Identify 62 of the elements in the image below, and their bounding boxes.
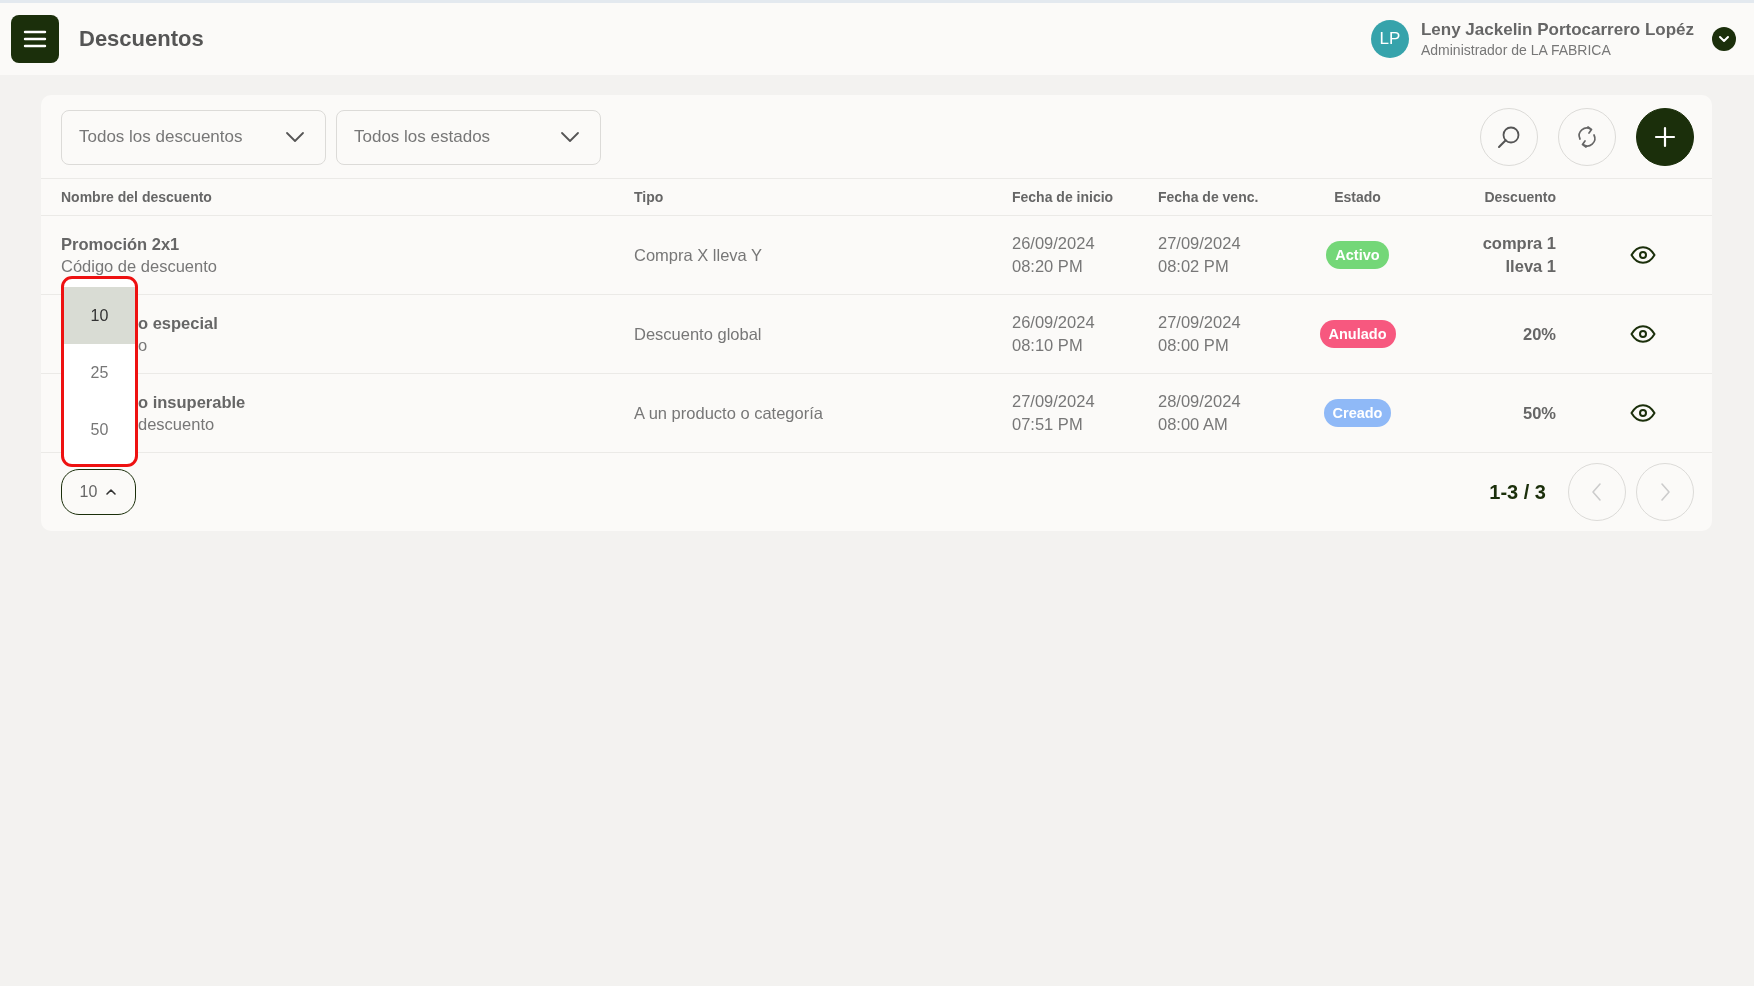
page-size-select[interactable]: 10	[61, 469, 136, 515]
page-title: Descuentos	[79, 26, 205, 52]
plus-icon	[1654, 126, 1676, 148]
status-badge: Activo	[1326, 241, 1389, 269]
filter-dropdown[interactable]: Todos los descuentos	[61, 109, 326, 165]
end-date: 27/09/2024	[1158, 234, 1242, 253]
user-avatar: LP	[1370, 20, 1409, 58]
column-header: Fecha de inicio	[1012, 189, 1115, 205]
start-time: 08:20 PM	[1012, 257, 1084, 276]
column-header: Fecha de venc.	[1158, 189, 1260, 205]
column-header: Nombre del descuento	[61, 189, 213, 205]
menu-button[interactable]	[11, 15, 59, 63]
discount-value: 50%	[1522, 403, 1556, 423]
column-header: Estado	[1333, 189, 1382, 205]
chevron-up-icon	[105, 488, 118, 496]
discount-value: compra 1	[1482, 234, 1556, 253]
discount-value: 20%	[1522, 324, 1556, 344]
end-date: 28/09/2024	[1158, 392, 1242, 411]
discount-code-label: descuento	[138, 414, 216, 434]
view-button[interactable]	[1630, 325, 1656, 343]
column-header: Descuento	[1483, 189, 1556, 205]
discount-value: lleva 1	[1505, 257, 1556, 276]
discount-type: A un producto o categoría	[634, 403, 824, 423]
start-date: 26/09/2024	[1012, 234, 1096, 253]
end-date: 27/09/2024	[1158, 313, 1242, 332]
filter-dropdown[interactable]: Todos los estados	[336, 109, 601, 165]
discount-name: Promoción 2x1	[61, 234, 181, 254]
chevron-down-icon	[560, 131, 580, 143]
user-role: Administrador de LA FABRICA	[1420, 42, 1612, 58]
discount-name: o insuperable	[138, 392, 247, 412]
view-button[interactable]	[1630, 404, 1656, 422]
eye-icon	[1630, 325, 1656, 343]
page-size-option[interactable]: 25	[64, 344, 135, 401]
pagination-range: 1-3 / 3	[1489, 480, 1546, 504]
eye-icon	[1630, 246, 1656, 264]
menu-icon	[23, 29, 47, 49]
search-icon	[1496, 124, 1522, 150]
user-menu-button[interactable]	[1712, 27, 1736, 51]
page-size-option[interactable]: 10	[64, 287, 135, 344]
eye-icon	[1630, 404, 1656, 422]
chevron-left-icon	[1591, 482, 1603, 502]
chevron-down-icon	[1718, 35, 1730, 43]
start-time: 08:10 PM	[1012, 336, 1084, 355]
discount-name: o especial	[138, 313, 219, 333]
chevron-down-icon	[285, 131, 305, 143]
end-time: 08:00 AM	[1158, 415, 1229, 434]
discount-type: Compra X lleva Y	[634, 245, 764, 265]
start-date: 27/09/2024	[1012, 392, 1096, 411]
discount-code-label: o	[138, 335, 149, 355]
end-time: 08:02 PM	[1158, 257, 1230, 276]
discount-type: Descuento global	[634, 324, 763, 344]
page-size-option[interactable]: 50	[64, 401, 135, 458]
view-button[interactable]	[1630, 246, 1656, 264]
column-header: Tipo	[634, 189, 665, 205]
user-name: Leny Jackelin Portocarrero Lopéz	[1420, 20, 1694, 40]
end-time: 08:00 PM	[1158, 336, 1230, 355]
status-badge: Creado	[1323, 399, 1392, 427]
discount-code-label: Código de descuento	[61, 256, 218, 276]
status-badge: Anulado	[1319, 320, 1396, 348]
start-date: 26/09/2024	[1012, 313, 1096, 332]
chevron-right-icon	[1659, 482, 1671, 502]
start-time: 07:51 PM	[1012, 415, 1084, 434]
